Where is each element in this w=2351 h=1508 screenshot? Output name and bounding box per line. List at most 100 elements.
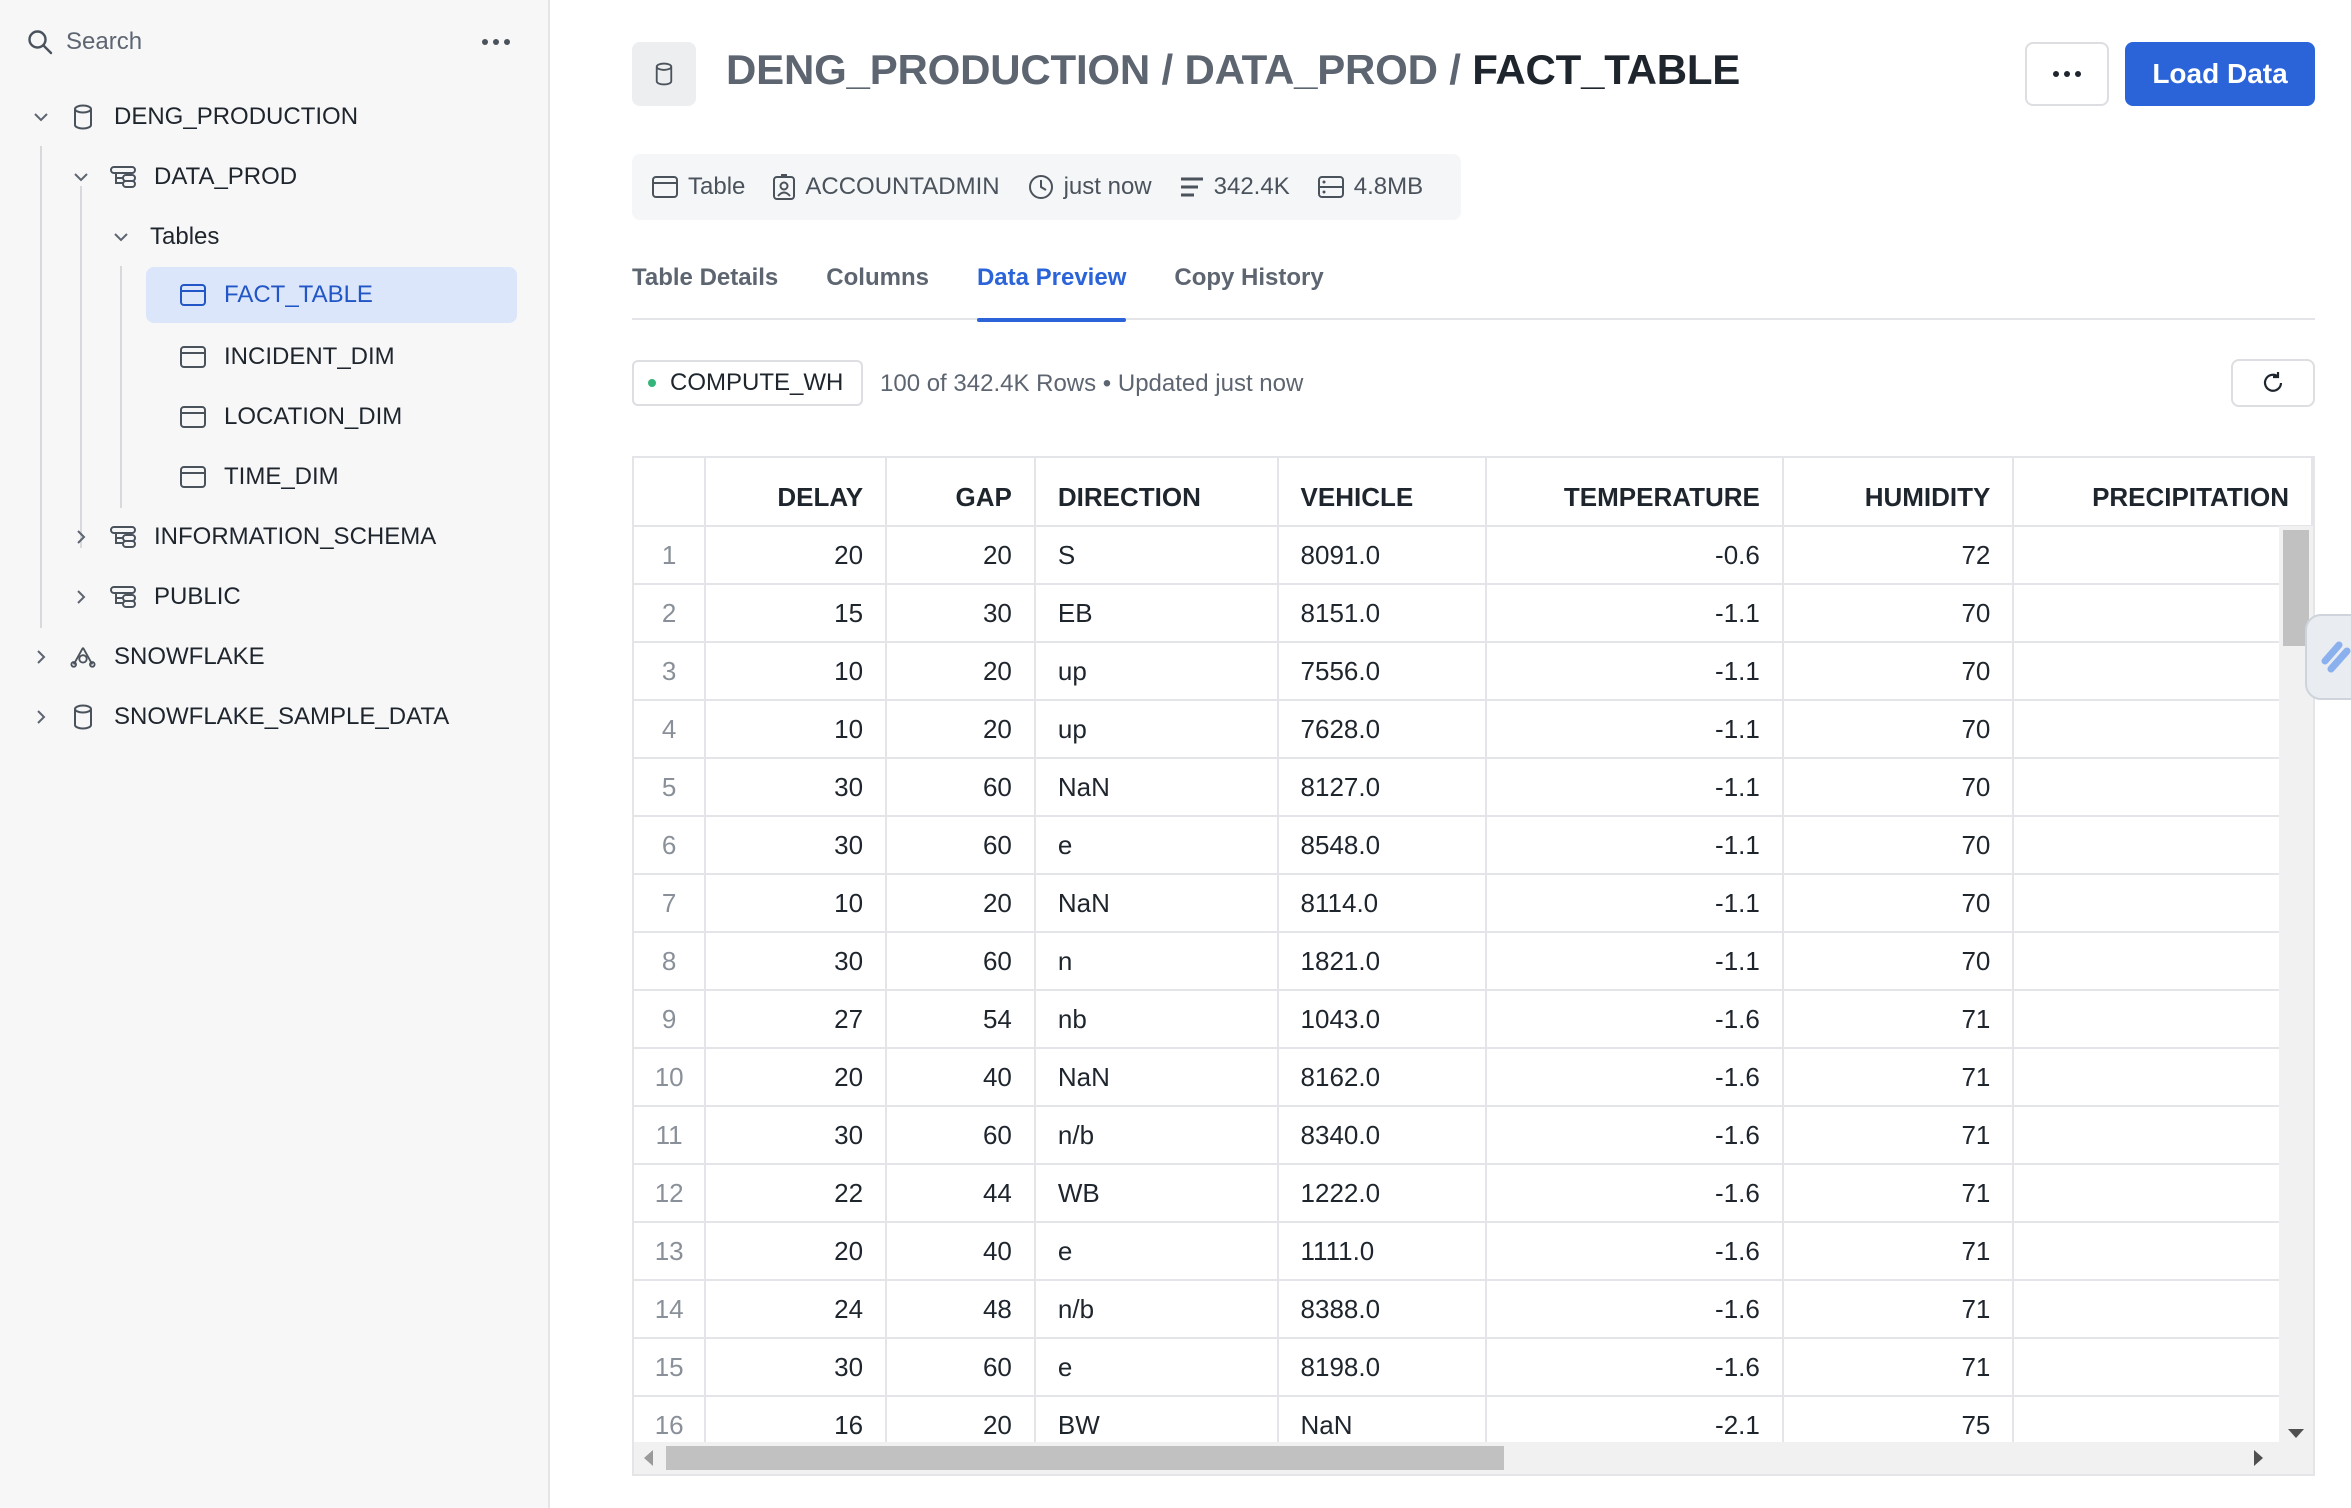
- refresh-button[interactable]: [2231, 359, 2315, 407]
- table-cell[interactable]: 22: [705, 1164, 888, 1223]
- table-cell[interactable]: -1.1: [1486, 642, 1784, 701]
- column-header[interactable]: DIRECTION: [1034, 458, 1279, 527]
- table-cell[interactable]: 30: [705, 816, 888, 875]
- table-cell[interactable]: 30: [705, 758, 888, 817]
- table-cell[interactable]: [2013, 1338, 2313, 1397]
- tree-item-time-dim[interactable]: TIME_DIM: [180, 449, 339, 505]
- table-cell[interactable]: 8198.0: [1277, 1338, 1488, 1397]
- table-cell[interactable]: -1.6: [1486, 990, 1784, 1049]
- table-cell[interactable]: 40: [886, 1222, 1036, 1281]
- tree-item-incident-dim[interactable]: INCIDENT_DIM: [180, 329, 395, 385]
- table-row[interactable]: 10 20 40 NaN 8162.0 -1.6 71: [634, 1048, 2313, 1107]
- tree-item-information-schema[interactable]: INFORMATION_SCHEMA: [70, 509, 436, 565]
- table-cell[interactable]: NaN: [1034, 758, 1279, 817]
- table-row[interactable]: 15 30 60 e 8198.0 -1.6 71: [634, 1338, 2313, 1397]
- table-cell[interactable]: [2013, 816, 2313, 875]
- tree-item-snowflake-sample-data[interactable]: SNOWFLAKE_SAMPLE_DATA: [30, 689, 449, 745]
- table-cell[interactable]: 10: [705, 874, 888, 933]
- table-cell[interactable]: 8127.0: [1277, 758, 1488, 817]
- table-cell[interactable]: [2013, 700, 2313, 759]
- table-cell[interactable]: 71: [1782, 1338, 2015, 1397]
- table-cell[interactable]: 71: [1782, 1222, 2015, 1281]
- table-cell[interactable]: 70: [1782, 584, 2015, 643]
- table-cell[interactable]: -1.6: [1486, 1164, 1784, 1223]
- column-header[interactable]: PRECIPITATION: [2013, 458, 2313, 527]
- search-input[interactable]: [66, 28, 426, 56]
- column-header[interactable]: HUMIDITY: [1782, 458, 2015, 527]
- table-cell[interactable]: NaN: [1034, 874, 1279, 933]
- tab-copy-history[interactable]: Copy History: [1174, 250, 1323, 320]
- table-cell[interactable]: -1.1: [1486, 816, 1784, 875]
- table-cell[interactable]: [2013, 1106, 2313, 1165]
- table-cell[interactable]: 27: [705, 990, 888, 1049]
- table-cell[interactable]: [2013, 932, 2313, 991]
- table-row[interactable]: 2 15 30 EB 8151.0 -1.1 70: [634, 584, 2313, 643]
- table-cell[interactable]: [2013, 990, 2313, 1049]
- table-row[interactable]: 7 10 20 NaN 8114.0 -1.1 70: [634, 874, 2313, 933]
- data-preview-grid[interactable]: DELAY GAP DIRECTION VEHICLE TEMPERATURE HUMID…: [632, 456, 2315, 1476]
- table-cell[interactable]: -1.1: [1486, 874, 1784, 933]
- table-row[interactable]: 8 30 60 n 1821.0 -1.1 70: [634, 932, 2313, 991]
- tree-item-tables-folder[interactable]: Tables: [110, 209, 219, 265]
- table-cell[interactable]: 7628.0: [1277, 700, 1488, 759]
- tree-item-data-prod[interactable]: DATA_PROD: [70, 149, 297, 205]
- column-header[interactable]: TEMPERATURE: [1486, 458, 1784, 527]
- table-cell[interactable]: 70: [1782, 816, 2015, 875]
- table-cell[interactable]: 54: [886, 990, 1036, 1049]
- table-cell[interactable]: 30: [705, 932, 888, 991]
- table-cell[interactable]: 20: [886, 642, 1036, 701]
- table-cell[interactable]: 30: [705, 1106, 888, 1165]
- table-cell[interactable]: 1111.0: [1277, 1222, 1488, 1281]
- table-cell[interactable]: 1821.0: [1277, 932, 1488, 991]
- table-cell[interactable]: 30: [705, 1338, 888, 1397]
- table-cell[interactable]: 70: [1782, 642, 2015, 701]
- table-cell[interactable]: -1.6: [1486, 1222, 1784, 1281]
- table-cell[interactable]: 70: [1782, 758, 2015, 817]
- table-row[interactable]: 1 20 20 S 8091.0 -0.6 72: [634, 526, 2313, 585]
- table-cell[interactable]: 7556.0: [1277, 642, 1488, 701]
- tab-table-details[interactable]: Table Details: [632, 250, 778, 320]
- table-cell[interactable]: 70: [1782, 874, 2015, 933]
- tab-data-preview[interactable]: Data Preview: [976, 250, 1127, 322]
- table-cell[interactable]: n/b: [1034, 1106, 1279, 1165]
- column-header[interactable]: DELAY: [705, 458, 888, 527]
- tree-item-fact-table[interactable]: FACT_TABLE: [146, 267, 517, 323]
- table-cell[interactable]: [2013, 1280, 2313, 1339]
- more-actions-button[interactable]: [2025, 42, 2109, 106]
- warehouse-selector[interactable]: COMPUTE_WH: [632, 360, 864, 406]
- table-cell[interactable]: [2013, 1164, 2313, 1223]
- table-cell[interactable]: [2013, 874, 2313, 933]
- table-cell[interactable]: 1043.0: [1277, 990, 1488, 1049]
- scroll-left-arrow[interactable]: [644, 1450, 653, 1466]
- table-cell[interactable]: 70: [1782, 932, 2015, 991]
- table-cell[interactable]: 70: [1782, 700, 2015, 759]
- table-row[interactable]: 11 30 60 n/b 8340.0 -1.6 71: [634, 1106, 2313, 1165]
- sidebar-more-options-button[interactable]: [476, 26, 516, 58]
- table-cell[interactable]: 10: [705, 700, 888, 759]
- table-cell[interactable]: S: [1034, 526, 1279, 585]
- tab-columns[interactable]: Columns: [826, 250, 929, 320]
- breadcrumb-schema[interactable]: DATA_PROD: [1184, 46, 1438, 93]
- table-cell[interactable]: 8091.0: [1277, 526, 1488, 585]
- table-cell[interactable]: n: [1034, 932, 1279, 991]
- tree-item-deng-production[interactable]: DENG_PRODUCTION: [30, 89, 358, 145]
- column-header[interactable]: VEHICLE: [1277, 458, 1488, 527]
- table-cell[interactable]: 71: [1782, 1164, 2015, 1223]
- table-cell[interactable]: EB: [1034, 584, 1279, 643]
- table-row[interactable]: 12 22 44 WB 1222.0 -1.6 71: [634, 1164, 2313, 1223]
- table-cell[interactable]: 71: [1782, 990, 2015, 1049]
- table-cell[interactable]: 20: [705, 526, 888, 585]
- column-header[interactable]: GAP: [886, 458, 1036, 527]
- tree-item-public[interactable]: PUBLIC: [70, 569, 241, 625]
- table-cell[interactable]: 8151.0: [1277, 584, 1488, 643]
- table-cell[interactable]: 71: [1782, 1106, 2015, 1165]
- table-cell[interactable]: 15: [705, 584, 888, 643]
- table-cell[interactable]: [2013, 642, 2313, 701]
- table-cell[interactable]: -1.1: [1486, 932, 1784, 991]
- table-cell[interactable]: e: [1034, 1222, 1279, 1281]
- table-row[interactable]: 4 10 20 up 7628.0 -1.1 70: [634, 700, 2313, 759]
- table-cell[interactable]: 40: [886, 1048, 1036, 1107]
- scroll-right-arrow[interactable]: [2254, 1450, 2263, 1466]
- tree-item-location-dim[interactable]: LOCATION_DIM: [180, 389, 402, 445]
- table-cell[interactable]: 20: [886, 700, 1036, 759]
